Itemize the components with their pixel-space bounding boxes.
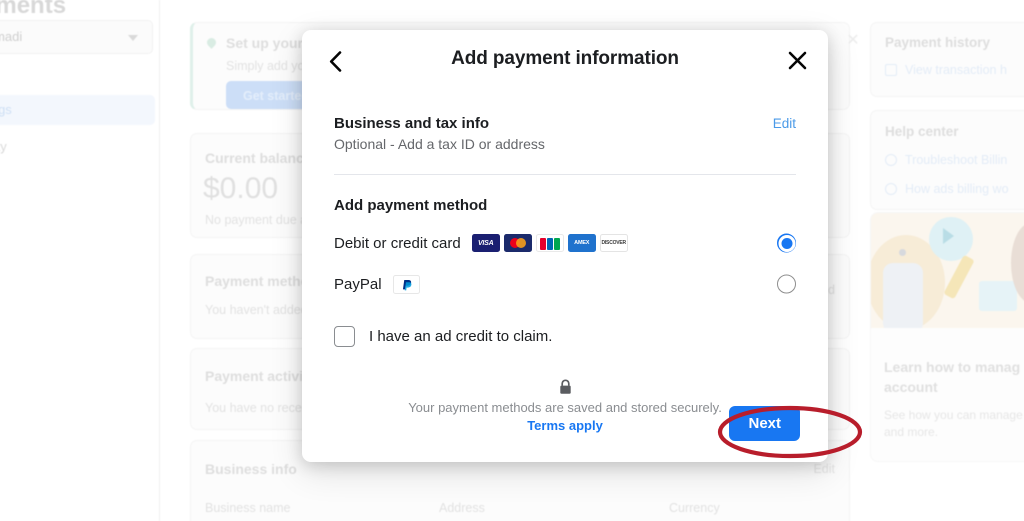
pin-icon [205,36,218,49]
close-button[interactable] [783,46,811,74]
sidebar-item-activity[interactable]: activity [0,132,155,162]
lock-icon [559,379,571,394]
account-dropdown[interactable]: h Sarmadi [0,20,153,54]
paypal-icon [392,274,420,294]
setup-card-subtitle: Simply add yo [226,59,305,73]
address-label: Address [439,501,485,515]
close-icon [788,51,806,69]
balance-note: No payment due at t [205,213,318,227]
dialog-title: Add payment information [451,48,679,69]
get-started-label: Get started [243,89,309,103]
payment-option-paypal-radio[interactable] [777,274,796,294]
next-button[interactable]: Next [729,406,800,441]
balance-title: Current balance [205,150,312,166]
sidebar-title: payments [0,0,67,19]
app-screen: payments h Sarmadi settings activity Set… [0,0,1024,521]
secure-text: Your payment methods are saved and store… [408,400,722,415]
chevron-left-icon [329,50,341,72]
payment-option-card-label: Debit or credit card [334,234,461,252]
payment-activity-title: Payment activit [205,368,308,384]
add-payment-information-dialog: Add payment information Business and tax… [302,30,828,462]
troubleshoot-billing-link[interactable]: Troubleshoot Billin [905,153,1007,167]
ad-credit-row[interactable]: I have an ad credit to claim. [334,326,796,347]
section-divider [334,174,796,175]
sidebar-item-label: settings [0,102,12,117]
discover-card-icon: DISCOVER [599,234,628,252]
sidebar-item-label: activity [0,139,7,154]
terms-apply-link[interactable]: Terms apply [527,418,603,433]
business-tax-edit-link[interactable]: Edit [773,116,796,131]
promo-card[interactable]: Learn how to manag account See how you c… [870,212,1024,462]
payment-option-paypal-label: PayPal [334,275,382,293]
amex-card-icon: AMEX [567,234,596,252]
add-payment-method-heading: Add payment method [334,197,488,214]
payment-option-card[interactable]: Debit or credit card VISA AMEX DISCOVER [334,231,796,255]
payment-option-paypal[interactable]: PayPal [334,272,796,296]
how-ads-billing-link[interactable]: How ads billing wo [905,182,1009,196]
business-info-edit[interactable]: Edit [813,462,835,476]
sidebar: payments h Sarmadi settings activity [0,0,160,521]
question-circle-icon [885,183,897,195]
promo-body: Learn how to manag account See how you c… [871,343,1024,455]
dialog-header: Add payment information [302,30,828,88]
currency-label: Currency [669,501,720,515]
promo-illustration [871,213,1024,343]
promo-heading: Learn how to manag account [884,357,1024,397]
account-dropdown-value: h Sarmadi [0,29,23,44]
dialog-footer: Next [729,406,800,441]
promo-text-line1: See how you can manage [884,408,1023,422]
business-name-label: Business name [205,501,291,515]
payment-method-title: Payment metho [205,273,310,289]
visa-card-icon: VISA [471,234,500,252]
business-tax-subtitle: Optional - Add a tax ID or address [334,136,545,152]
business-tax-section: Business and tax info Optional - Add a t… [334,88,796,152]
promo-text-line2: and more. [884,425,939,439]
chevron-down-icon [128,35,138,41]
promo-text: See how you can manage and more. [884,407,1024,441]
discover-card-text: DISCOVER [601,240,626,246]
view-transaction-link[interactable]: View transaction h [905,63,1007,77]
promo-heading-line1: Learn how to manag [884,359,1021,375]
business-tax-heading: Business and tax info [334,115,490,132]
mastercard-card-icon [503,234,532,252]
help-center-title: Help center [885,124,959,139]
receipt-icon [885,64,897,76]
jcb-card-icon [535,234,564,252]
card-brand-list: VISA AMEX DISCOVER [471,234,628,252]
payment-option-card-radio[interactable] [777,233,796,253]
business-info-title: Business info [205,461,297,477]
payment-activity-note: You have no recer [205,401,307,415]
wrench-icon [885,154,897,166]
promo-heading-line2: account [884,379,938,395]
back-button[interactable] [320,46,350,76]
visa-card-text: VISA [477,239,494,247]
payment-method-note: You haven't added [205,303,308,317]
ad-credit-checkbox[interactable] [334,326,355,347]
sidebar-item-settings[interactable]: settings [0,95,155,125]
payment-history-title: Payment history [885,35,991,50]
payment-history-card: Payment history View transaction h [870,22,1024,97]
ad-credit-label: I have an ad credit to claim. [369,328,553,345]
dialog-body: Business and tax info Optional - Add a t… [302,88,828,435]
balance-amount: $0.00 [203,172,279,205]
secure-notice: Your payment methods are saved and store… [334,379,796,435]
background-close-icon[interactable]: ✕ [845,33,861,49]
amex-card-text: AMEX [574,240,590,246]
help-center-card: Help center Troubleshoot Billin How ads … [870,110,1024,210]
